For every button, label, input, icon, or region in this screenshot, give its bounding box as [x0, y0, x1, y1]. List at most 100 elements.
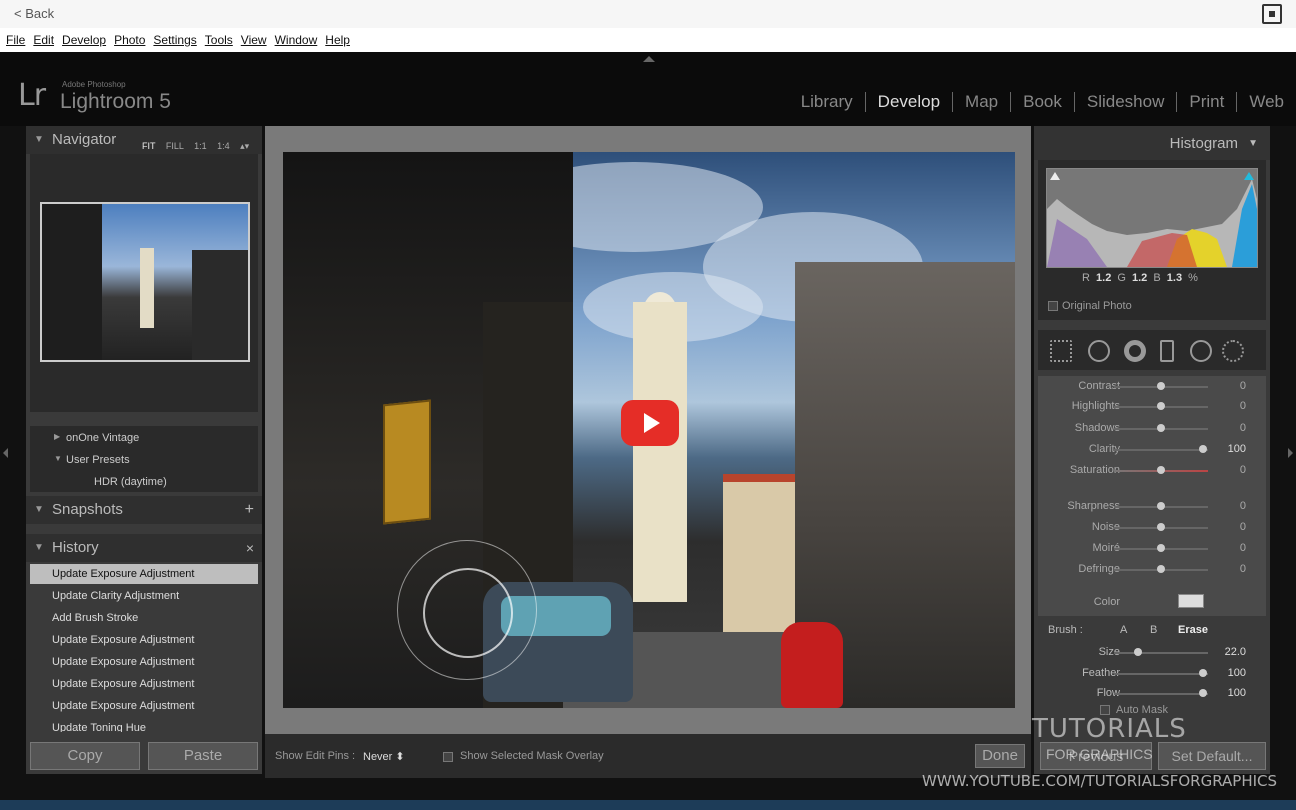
navigator-thumbnail[interactable]: [40, 202, 250, 362]
left-panel: Navigator FIT FILL 1:1 1:4 ▴▾ ▶onOne Vin…: [26, 126, 262, 774]
brush-settings: Brush : A B Erase Size 22.0 Feather 100 Fl…: [1038, 616, 1266, 724]
set-default-button[interactable]: Set Default...: [1158, 742, 1266, 770]
brand-small: Adobe Photoshop: [62, 80, 126, 89]
slider-shadows[interactable]: Shadows 0: [1038, 418, 1266, 438]
left-panel-toggle-icon[interactable]: [3, 448, 8, 458]
right-panel-toggle-icon[interactable]: [1288, 448, 1293, 458]
module-web[interactable]: Web: [1237, 92, 1284, 112]
shadow-clipping-icon[interactable]: [1050, 172, 1060, 180]
collapse-top-panel-icon[interactable]: [643, 56, 655, 62]
slider-contrast[interactable]: Contrast 0: [1038, 376, 1266, 396]
module-slideshow[interactable]: Slideshow: [1075, 92, 1178, 112]
module-picker: Library Develop Map Book Slideshow Print…: [789, 92, 1284, 112]
edit-pins-label: Show Edit Pins :: [275, 750, 356, 762]
menu-edit[interactable]: Edit: [33, 33, 54, 47]
adjustment-brush-icon[interactable]: [1222, 340, 1244, 362]
video-play-icon[interactable]: [621, 400, 679, 446]
slider-saturation[interactable]: Saturation 0: [1038, 460, 1266, 480]
original-photo-toggle[interactable]: Original Photo: [1048, 300, 1132, 312]
history-item[interactable]: Update Clarity Adjustment: [30, 586, 258, 606]
preset-hdr-daytime[interactable]: HDR (daytime): [94, 476, 167, 488]
module-print[interactable]: Print: [1177, 92, 1238, 112]
brush-size-slider[interactable]: Size 22.0: [1038, 642, 1266, 662]
watermark-url: WWW.YOUTUBE.COM/TUTORIALSFORGRAPHICS: [922, 772, 1278, 790]
brush-a-tab[interactable]: A: [1120, 624, 1127, 636]
history-item[interactable]: Update Exposure Adjustment: [30, 630, 258, 650]
adjustment-sliders: Contrast 0 Highlights 0 Shadows 0 Clarity 10…: [1038, 376, 1266, 616]
crop-icon[interactable]: [1050, 340, 1072, 362]
spot-removal-icon[interactable]: [1088, 340, 1110, 362]
navigator-preview[interactable]: [30, 154, 258, 412]
right-panel: Histogram R 1.2 G 1.2 B 1.3 % Original P…: [1034, 126, 1270, 774]
tool-strip: [1038, 330, 1266, 370]
menu-develop[interactable]: Develop: [62, 33, 106, 47]
brush-feather-slider[interactable]: Feather 100: [1038, 663, 1266, 683]
zoom-1-4[interactable]: 1:4 ▴▾: [217, 141, 249, 151]
menu-help[interactable]: Help: [325, 33, 350, 47]
browser-bar: < Back: [0, 0, 1296, 28]
history-item[interactable]: Update Exposure Adjustment: [30, 674, 258, 694]
history-item[interactable]: Update Exposure Adjustment: [30, 564, 258, 584]
edit-pins-select[interactable]: Never ⬍: [363, 750, 405, 763]
slider-moire[interactable]: Moiré 0: [1038, 538, 1266, 558]
color-swatch-row[interactable]: Color: [1038, 592, 1266, 612]
preset-folder-onone[interactable]: ▶ onOne Vintage: [54, 432, 139, 444]
menu-view[interactable]: View: [241, 33, 267, 47]
brush-flow-slider[interactable]: Flow 100: [1038, 683, 1266, 703]
radial-filter-icon[interactable]: [1190, 340, 1212, 362]
menu-window[interactable]: Window: [275, 33, 318, 47]
back-button[interactable]: < Back: [14, 6, 54, 21]
fullscreen-icon[interactable]: [1262, 4, 1282, 24]
mask-overlay-label: Show Selected Mask Overlay: [460, 750, 604, 762]
module-map[interactable]: Map: [953, 92, 1012, 112]
menu-settings[interactable]: Settings: [153, 33, 196, 47]
histogram-header[interactable]: Histogram: [1034, 126, 1270, 162]
add-snapshot-button[interactable]: +: [245, 496, 254, 524]
rgb-readout: R 1.2 G 1.2 B 1.3 %: [1082, 272, 1198, 284]
app-header: Lr Adobe Photoshop Lightroom 5 Library D…: [0, 52, 1296, 126]
history-item[interactable]: Add Brush Stroke: [30, 608, 258, 628]
snapshots-title: Snapshots: [52, 501, 123, 518]
brush-b-tab[interactable]: B: [1150, 624, 1157, 636]
menu-tools[interactable]: Tools: [205, 33, 233, 47]
slider-defringe[interactable]: Defringe 0: [1038, 559, 1266, 579]
history-header[interactable]: History ×: [26, 534, 262, 562]
history-item[interactable]: Update Exposure Adjustment: [30, 652, 258, 672]
graduated-filter-icon[interactable]: [1160, 340, 1174, 362]
done-button[interactable]: Done: [975, 744, 1025, 768]
history-item[interactable]: Update Exposure Adjustment: [30, 696, 258, 716]
preset-folder-user[interactable]: ▼ User Presets: [54, 454, 130, 466]
navigator-header[interactable]: Navigator FIT FILL 1:1 1:4 ▴▾: [26, 126, 262, 154]
module-book[interactable]: Book: [1011, 92, 1075, 112]
watermark-title: TUTORIALS: [1032, 714, 1187, 744]
zoom-fit[interactable]: FIT: [142, 141, 155, 151]
os-taskbar: [0, 800, 1296, 810]
slider-sharpness[interactable]: Sharpness 0: [1038, 496, 1266, 516]
clear-history-button[interactable]: ×: [246, 534, 254, 562]
menu-photo[interactable]: Photo: [114, 33, 145, 47]
mask-overlay-checkbox[interactable]: [443, 752, 453, 762]
zoom-1-1[interactable]: 1:1: [194, 141, 207, 151]
module-develop[interactable]: Develop: [866, 92, 954, 112]
zoom-fill[interactable]: FILL: [166, 141, 184, 151]
history-item[interactable]: Update Toning Hue: [30, 718, 258, 732]
copy-button[interactable]: Copy: [30, 742, 140, 770]
brush-erase-tab[interactable]: Erase: [1178, 624, 1208, 636]
highlight-clipping-icon[interactable]: [1244, 172, 1254, 180]
histogram-title: Histogram: [1169, 135, 1238, 152]
watermark-subtitle: FOR GRAPHICS: [1046, 746, 1153, 762]
red-eye-icon[interactable]: [1124, 340, 1146, 362]
slider-noise[interactable]: Noise 0: [1038, 517, 1266, 537]
histogram-chart[interactable]: [1046, 168, 1258, 268]
copy-paste-bar: Copy Paste: [30, 742, 258, 770]
slider-clarity[interactable]: Clarity 100: [1038, 439, 1266, 459]
color-swatch-icon[interactable]: [1178, 594, 1204, 608]
module-library[interactable]: Library: [789, 92, 866, 112]
develop-toolbar: Show Edit Pins : Never ⬍ Show Selected M…: [265, 734, 1031, 778]
paste-button[interactable]: Paste: [148, 742, 258, 770]
photo-preview[interactable]: [283, 152, 1015, 708]
navigator-title: Navigator: [52, 131, 117, 148]
snapshots-header[interactable]: Snapshots +: [26, 496, 262, 524]
slider-highlights[interactable]: Highlights 0: [1038, 396, 1266, 416]
menu-file[interactable]: File: [6, 33, 25, 47]
